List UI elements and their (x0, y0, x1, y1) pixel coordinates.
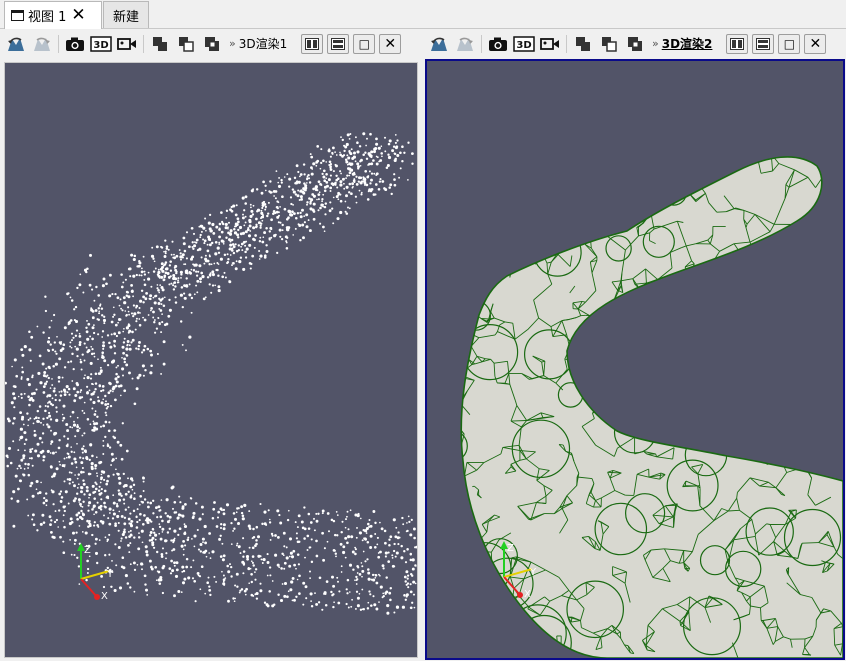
render-view-1[interactable]: Z Y X (4, 62, 418, 658)
axis-z-label: Z (84, 545, 91, 556)
select-overlay-icon[interactable] (201, 33, 223, 55)
maximize-icon[interactable]: □ (353, 33, 376, 54)
wireframe-mesh (460, 156, 843, 658)
tab-label: 视图 1 (28, 10, 67, 25)
split-vertical-icon[interactable] (752, 33, 775, 54)
3d-mode-icon[interactable]: 3D (513, 33, 535, 55)
interact-select-icon[interactable] (149, 33, 171, 55)
split-horizontal-icon[interactable] (726, 33, 749, 54)
axis-z-label: Z (507, 543, 514, 554)
screenshot-camera-icon[interactable] (487, 33, 509, 55)
reset-camera-icon[interactable] (5, 33, 27, 55)
tab-bar: 视图 1 ✕ 新建 (0, 0, 846, 29)
separator (143, 34, 144, 53)
redo-camera-icon[interactable] (454, 33, 476, 55)
maximize-icon[interactable]: □ (778, 33, 801, 54)
separator (481, 34, 482, 53)
view-title: 3D渲染2 (661, 37, 713, 51)
axis-y-label: Y (106, 569, 114, 580)
chevron-icon: » (652, 37, 659, 50)
window-icon (11, 10, 24, 21)
svg-text:3D: 3D (516, 40, 531, 51)
tab-new[interactable]: 新建 (103, 1, 149, 28)
close-icon[interactable]: ✕ (804, 33, 827, 54)
tab-close-icon[interactable]: ✕ (71, 7, 85, 24)
select-copy-icon[interactable] (175, 33, 197, 55)
split-horizontal-icon[interactable] (301, 33, 324, 54)
orientation-axes: Z Y X (500, 541, 537, 600)
3d-mode-icon[interactable]: 3D (90, 33, 112, 55)
axis-x-label: X (101, 591, 108, 602)
svg-text:3D: 3D (93, 40, 108, 51)
screenshot-camera-icon[interactable] (64, 33, 86, 55)
reset-camera-icon[interactable] (428, 33, 450, 55)
chevron-icon: » (229, 37, 236, 50)
redo-camera-icon[interactable] (31, 33, 53, 55)
separator (566, 34, 567, 53)
video-camera-icon[interactable] (539, 33, 561, 55)
view1-toolbar: 3D » 3D渲染1 □ ✕ (3, 29, 421, 58)
separator (58, 34, 59, 53)
select-overlay-icon[interactable] (624, 33, 646, 55)
close-icon[interactable]: ✕ (379, 33, 402, 54)
axis-y-label: Y (529, 567, 537, 578)
select-copy-icon[interactable] (598, 33, 620, 55)
axis-x-label: X (524, 589, 531, 600)
interact-select-icon[interactable] (572, 33, 594, 55)
view-title: 3D渲染1 (238, 37, 288, 51)
video-camera-icon[interactable] (116, 33, 138, 55)
render-view-2[interactable]: Z Y X (425, 59, 845, 660)
point-cloud (5, 132, 417, 615)
tab-label: 新建 (112, 9, 139, 25)
split-vertical-icon[interactable] (327, 33, 350, 54)
tab-view-1[interactable]: 视图 1 ✕ (4, 1, 102, 29)
view2-toolbar: 3D » 3D渲染2 □ ✕ (426, 29, 846, 58)
orientation-axes: Z Y X (77, 543, 114, 602)
